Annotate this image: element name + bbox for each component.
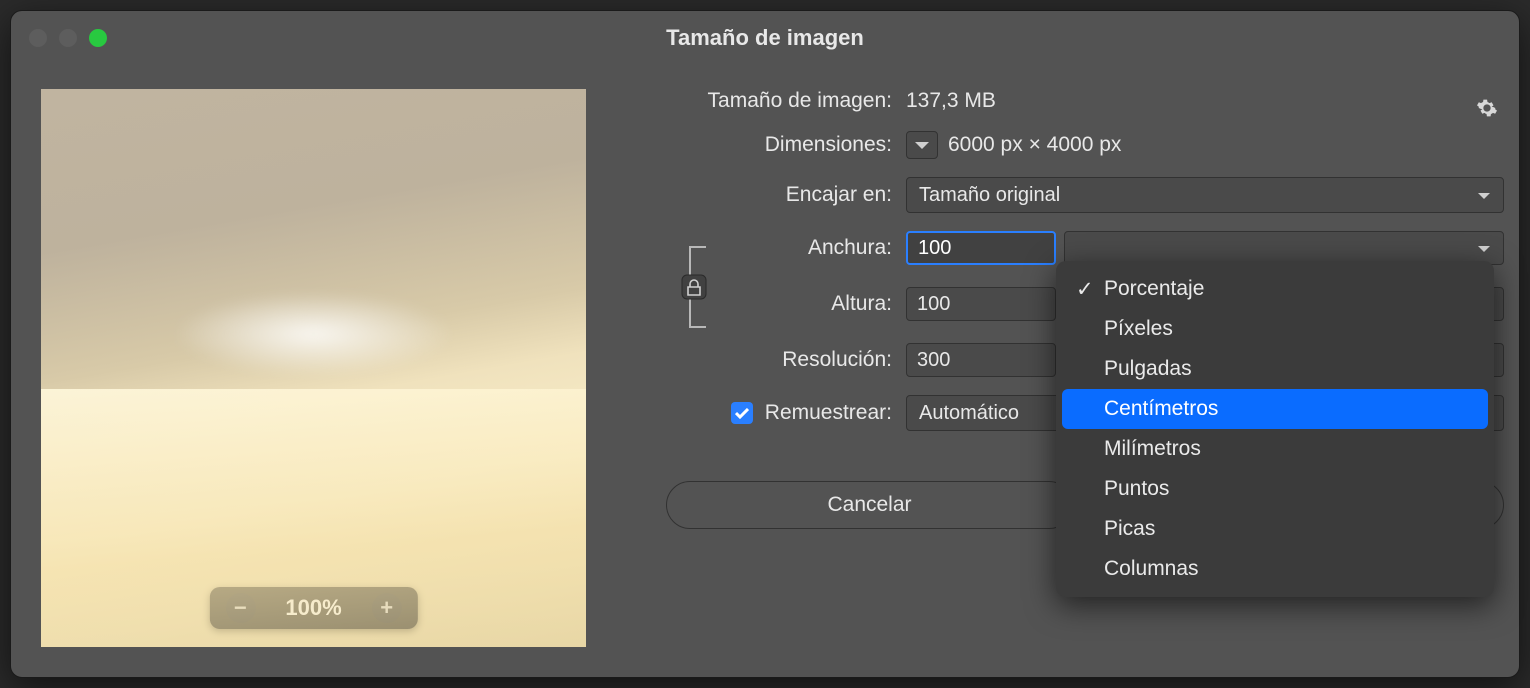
maximize-window-button[interactable] (89, 29, 107, 47)
fit-to-select[interactable]: Tamaño original (906, 177, 1504, 213)
window-title: Tamaño de imagen (11, 25, 1519, 51)
cancel-button[interactable]: Cancelar (666, 481, 1073, 529)
chevron-down-icon (1477, 184, 1491, 207)
width-input[interactable] (906, 231, 1056, 265)
zoom-out-button[interactable]: − (225, 593, 255, 623)
units-option[interactable]: Centímetros (1062, 389, 1488, 429)
dimensions-units-button[interactable] (906, 131, 938, 159)
titlebar: Tamaño de imagen (11, 11, 1519, 65)
image-size-dialog: Tamaño de imagen − 100% + Tamaño de imag… (10, 10, 1520, 678)
units-option[interactable]: Milímetros (1062, 429, 1488, 469)
minimize-window-button[interactable] (59, 29, 77, 47)
width-units-select[interactable] (1064, 231, 1504, 265)
zoom-in-button[interactable]: + (372, 593, 402, 623)
units-option[interactable]: Pulgadas (1062, 349, 1488, 389)
resample-checkbox[interactable] (731, 402, 753, 424)
zoom-control: − 100% + (209, 587, 417, 629)
zoom-level: 100% (285, 595, 341, 621)
units-option[interactable]: Picas (1062, 509, 1488, 549)
units-dropdown-menu: ✓PorcentajePíxelesPulgadasCentímetrosMil… (1056, 261, 1494, 597)
chevron-down-icon (1477, 237, 1491, 260)
image-preview: − 100% + (41, 89, 586, 647)
settings-menu-button[interactable] (1476, 97, 1504, 125)
dimensions-value: 6000 px × 4000 px (948, 133, 1121, 157)
units-option[interactable]: Puntos (1062, 469, 1488, 509)
image-size-label: Tamaño de imagen: (656, 89, 906, 113)
close-window-button[interactable] (29, 29, 47, 47)
resolution-label: Resolución: (656, 348, 906, 372)
resolution-input[interactable] (906, 343, 1056, 377)
dimensions-label: Dimensiones: (656, 133, 906, 157)
height-label: Altura: (720, 292, 906, 316)
width-label: Anchura: (720, 236, 906, 260)
height-input[interactable] (906, 287, 1056, 321)
units-option[interactable]: ✓Porcentaje (1062, 269, 1488, 309)
resample-label: Remuestrear: (765, 401, 892, 425)
units-option[interactable]: Píxeles (1062, 309, 1488, 349)
image-size-value: 137,3 MB (906, 89, 996, 113)
window-controls (29, 29, 107, 47)
constrain-proportions-icon[interactable] (676, 237, 720, 337)
units-option[interactable]: Columnas (1062, 549, 1488, 589)
fit-to-label: Encajar en: (656, 183, 906, 207)
